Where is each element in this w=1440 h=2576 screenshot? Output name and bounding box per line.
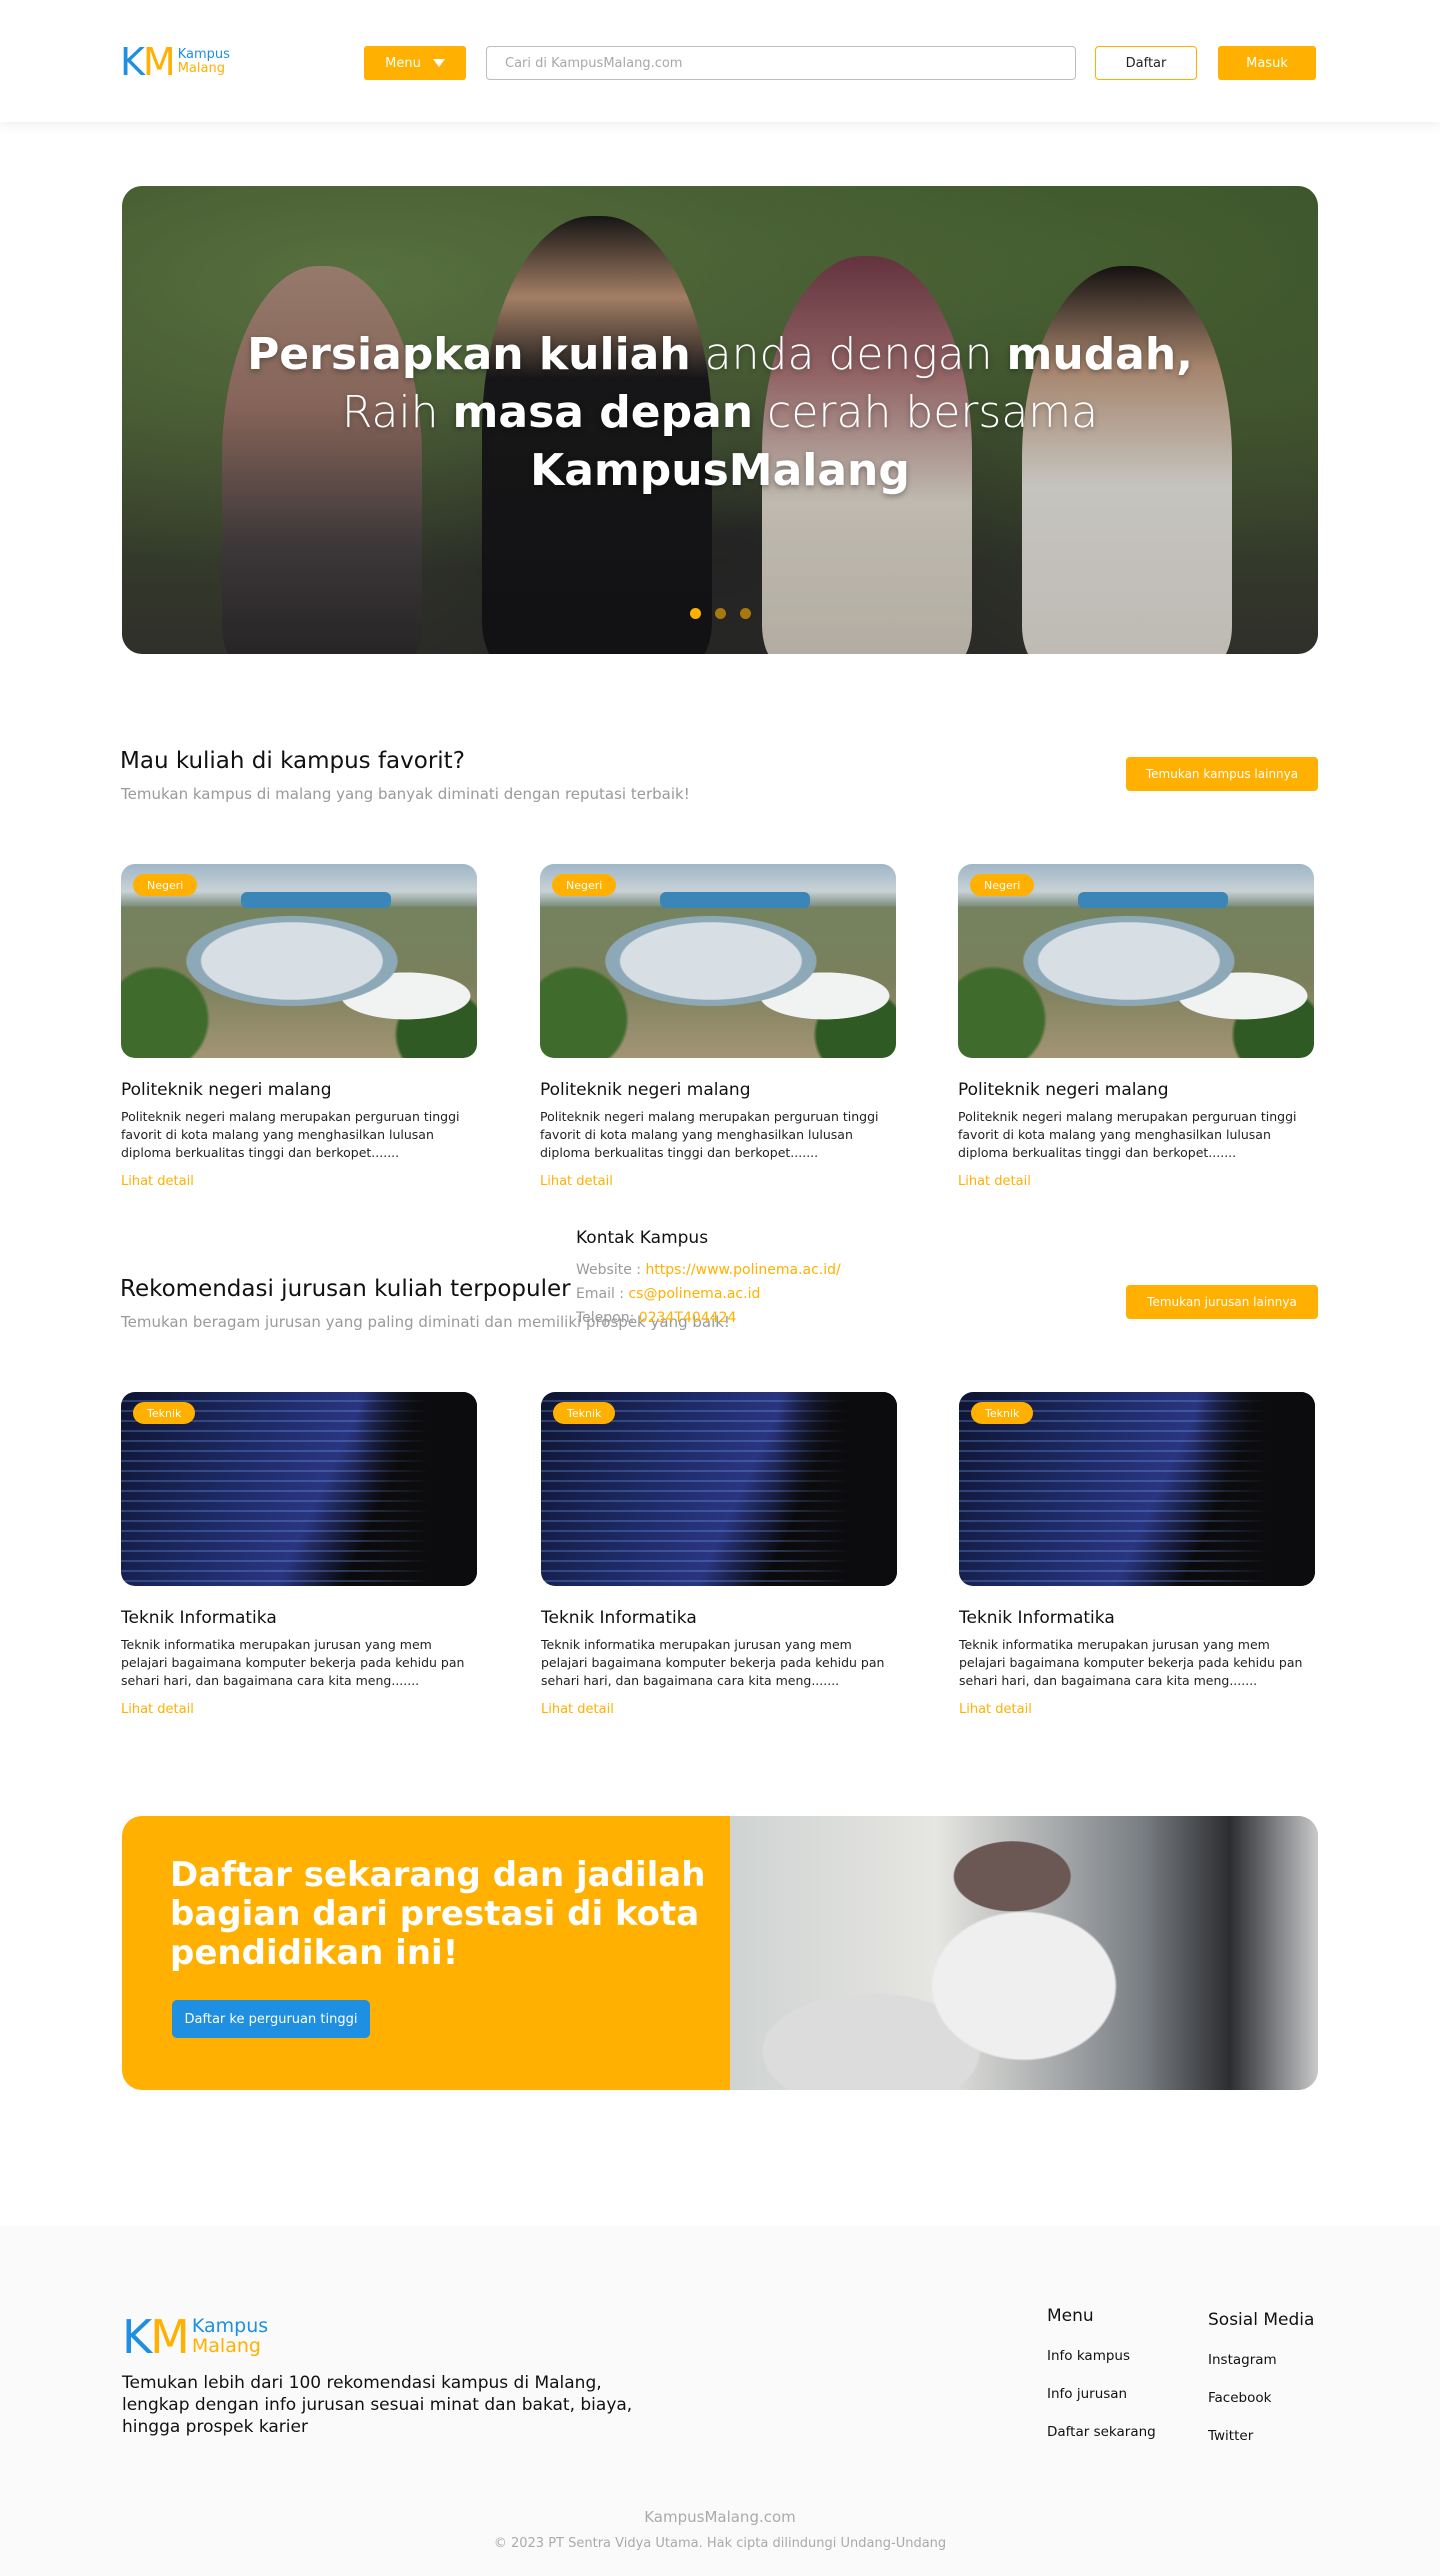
category-badge: Negeri bbox=[133, 874, 198, 896]
contact-phone: Telepon: 0234T404424 bbox=[576, 1310, 737, 1326]
card-image[interactable]: Teknik bbox=[959, 1392, 1315, 1586]
logo-mark: KM bbox=[122, 2310, 190, 2364]
logo-wordmark: Kampus Malang bbox=[191, 2315, 269, 2357]
major-section-title: Rekomendasi jurusan kuliah terpopuler bbox=[120, 1276, 571, 1302]
hero-headline-segment: mudah, bbox=[1006, 329, 1193, 380]
footer-brand: KampusMalang.com bbox=[644, 2508, 796, 2526]
card-description: Teknik informatika merupakan jurusan yan… bbox=[541, 1637, 885, 1688]
view-detail-link[interactable]: Lihat detail bbox=[540, 1174, 896, 1189]
card-description: Politeknik negeri malang merupakan pergu… bbox=[958, 1109, 1297, 1160]
carousel-dots bbox=[122, 608, 1318, 619]
view-detail-link[interactable]: Lihat detail bbox=[121, 1702, 477, 1717]
footer-link-info-jurusan[interactable]: Info jurusan bbox=[1047, 2386, 1156, 2402]
footer-menu: Menu Info kampus Info jurusan Daftar sek… bbox=[1047, 2306, 1156, 2462]
menu-button[interactable]: Menu bbox=[364, 46, 466, 80]
campus-section-subtitle: Temukan kampus di malang yang banyak dim… bbox=[121, 785, 690, 803]
category-badge: Negeri bbox=[970, 874, 1035, 896]
card-title[interactable]: Teknik Informatika bbox=[541, 1608, 897, 1628]
contact-email: Email : cs@polinema.ac.id bbox=[576, 1286, 761, 1302]
list-item[interactable]: Negeri Politeknik negeri malang Politeknik… bbox=[121, 864, 477, 1189]
hero-headline-segment: masa depan bbox=[452, 387, 754, 438]
hero-headline: Persiapkan kuliah anda dengan mudah, Rai… bbox=[122, 326, 1318, 500]
footer-copyright: © 2023 PT Sentra Vidya Utama. Hak cipta … bbox=[493, 2536, 947, 2551]
card-description: Teknik informatika merupakan jurusan yan… bbox=[959, 1637, 1303, 1688]
contact-title: Kontak Kampus bbox=[576, 1228, 709, 1248]
cta-title: Daftar sekarang dan jadilah bagian dari … bbox=[170, 1855, 706, 1973]
hero-headline-segment: anda dengan bbox=[690, 329, 1007, 380]
carousel-dot[interactable] bbox=[714, 608, 726, 619]
footer-logo[interactable]: KM Kampus Malang bbox=[122, 2310, 268, 2364]
register-cta-banner: Daftar sekarang dan jadilah bagian dari … bbox=[122, 1816, 1318, 2090]
footer-link-info-kampus[interactable]: Info kampus bbox=[1047, 2348, 1156, 2364]
register-button[interactable]: Daftar bbox=[1095, 46, 1197, 80]
view-detail-link[interactable]: Lihat detail bbox=[959, 1702, 1315, 1717]
list-item[interactable]: Teknik Teknik Informatika Teknik informati… bbox=[541, 1392, 897, 1717]
card-title[interactable]: Teknik Informatika bbox=[959, 1608, 1315, 1628]
list-item[interactable]: Teknik Teknik Informatika Teknik informati… bbox=[959, 1392, 1315, 1717]
site-footer: KM Kampus Malang Temukan lebih dari 100 … bbox=[0, 2226, 1440, 2576]
footer-link-instagram[interactable]: Instagram bbox=[1208, 2352, 1314, 2368]
login-button[interactable]: Masuk bbox=[1218, 46, 1316, 80]
footer-social: Sosial Media Instagram Facebook Twitter bbox=[1208, 2310, 1314, 2466]
menu-button-label: Menu bbox=[385, 55, 421, 71]
card-description: Politeknik negeri malang merupakan pergu… bbox=[540, 1109, 879, 1160]
search-input[interactable] bbox=[486, 46, 1076, 80]
hero-headline-segment: Raih bbox=[341, 387, 453, 438]
chevron-down-icon bbox=[432, 59, 445, 67]
find-more-major-button[interactable]: Temukan jurusan lainnya bbox=[1126, 1285, 1318, 1319]
view-detail-link[interactable]: Lihat detail bbox=[541, 1702, 897, 1717]
card-title[interactable]: Politeknik negeri malang bbox=[540, 1080, 896, 1100]
contact-email-link[interactable]: cs@polinema.ac.id bbox=[628, 1286, 760, 1302]
list-item[interactable]: Teknik Teknik Informatika Teknik informati… bbox=[121, 1392, 477, 1717]
footer-menu-heading: Menu bbox=[1047, 2306, 1094, 2326]
list-item[interactable]: Negeri Politeknik negeri malang Politeknik… bbox=[540, 864, 896, 1189]
category-badge: Teknik bbox=[971, 1402, 1034, 1424]
list-item[interactable]: Negeri Politeknik negeri malang Politeknik… bbox=[958, 864, 1314, 1189]
carousel-dot[interactable] bbox=[739, 608, 751, 619]
site-logo[interactable]: KM Kampus Malang bbox=[120, 40, 230, 84]
card-description: Teknik informatika merupakan jurusan yan… bbox=[121, 1637, 465, 1688]
hero-headline-line3: KampusMalang bbox=[122, 442, 1318, 500]
view-detail-link[interactable]: Lihat detail bbox=[958, 1174, 1314, 1189]
footer-description: Temukan lebih dari 100 rekomendasi kampu… bbox=[122, 2373, 633, 2437]
contact-website-link[interactable]: https://www.polinema.ac.id/ bbox=[645, 1262, 840, 1278]
card-image[interactable]: Negeri bbox=[958, 864, 1314, 1058]
category-badge: Teknik bbox=[133, 1402, 196, 1424]
footer-link-facebook[interactable]: Facebook bbox=[1208, 2390, 1314, 2406]
card-title[interactable]: Teknik Informatika bbox=[121, 1608, 477, 1628]
hero-headline-segment: KampusMalang bbox=[530, 445, 910, 496]
carousel-dot[interactable] bbox=[689, 608, 701, 619]
register-university-button[interactable]: Daftar ke perguruan tinggi bbox=[172, 2000, 370, 2038]
card-image[interactable]: Teknik bbox=[121, 1392, 477, 1586]
footer-link-twitter[interactable]: Twitter bbox=[1208, 2428, 1314, 2444]
campus-contact-popover: Kontak Kampus Website : https://www.poli… bbox=[576, 1228, 896, 1334]
card-title[interactable]: Politeknik negeri malang bbox=[958, 1080, 1314, 1100]
card-image[interactable]: Teknik bbox=[541, 1392, 897, 1586]
hero-headline-line2: Raih masa depan cerah bersama bbox=[122, 384, 1318, 442]
footer-social-heading: Sosial Media bbox=[1208, 2310, 1315, 2330]
hero-headline-segment: Persiapkan kuliah bbox=[247, 329, 691, 380]
contact-website: Website : https://www.polinema.ac.id/ bbox=[576, 1262, 841, 1278]
view-detail-link[interactable]: Lihat detail bbox=[121, 1174, 477, 1189]
footer-link-daftar[interactable]: Daftar sekarang bbox=[1047, 2424, 1156, 2440]
card-image[interactable]: Negeri bbox=[540, 864, 896, 1058]
campus-section-title: Mau kuliah di kampus favorit? bbox=[120, 748, 465, 774]
card-image[interactable]: Negeri bbox=[121, 864, 477, 1058]
hero-banner: Persiapkan kuliah anda dengan mudah, Rai… bbox=[122, 186, 1318, 654]
logo-wordmark: Kampus Malang bbox=[177, 47, 230, 76]
site-header: KM Kampus Malang Menu Daftar Masuk bbox=[0, 0, 1440, 122]
category-badge: Negeri bbox=[552, 874, 617, 896]
cta-photo-student-laptop bbox=[730, 1816, 1318, 2090]
logo-mark: KM bbox=[120, 40, 176, 84]
find-more-campus-button[interactable]: Temukan kampus lainnya bbox=[1126, 757, 1318, 791]
contact-phone-value: 0234T404424 bbox=[638, 1310, 737, 1326]
card-title[interactable]: Politeknik negeri malang bbox=[121, 1080, 477, 1100]
hero-headline-line1: Persiapkan kuliah anda dengan mudah, bbox=[122, 326, 1318, 384]
card-description: Politeknik negeri malang merupakan pergu… bbox=[121, 1109, 460, 1160]
category-badge: Teknik bbox=[553, 1402, 616, 1424]
hero-headline-segment: cerah bersama bbox=[753, 387, 1099, 438]
